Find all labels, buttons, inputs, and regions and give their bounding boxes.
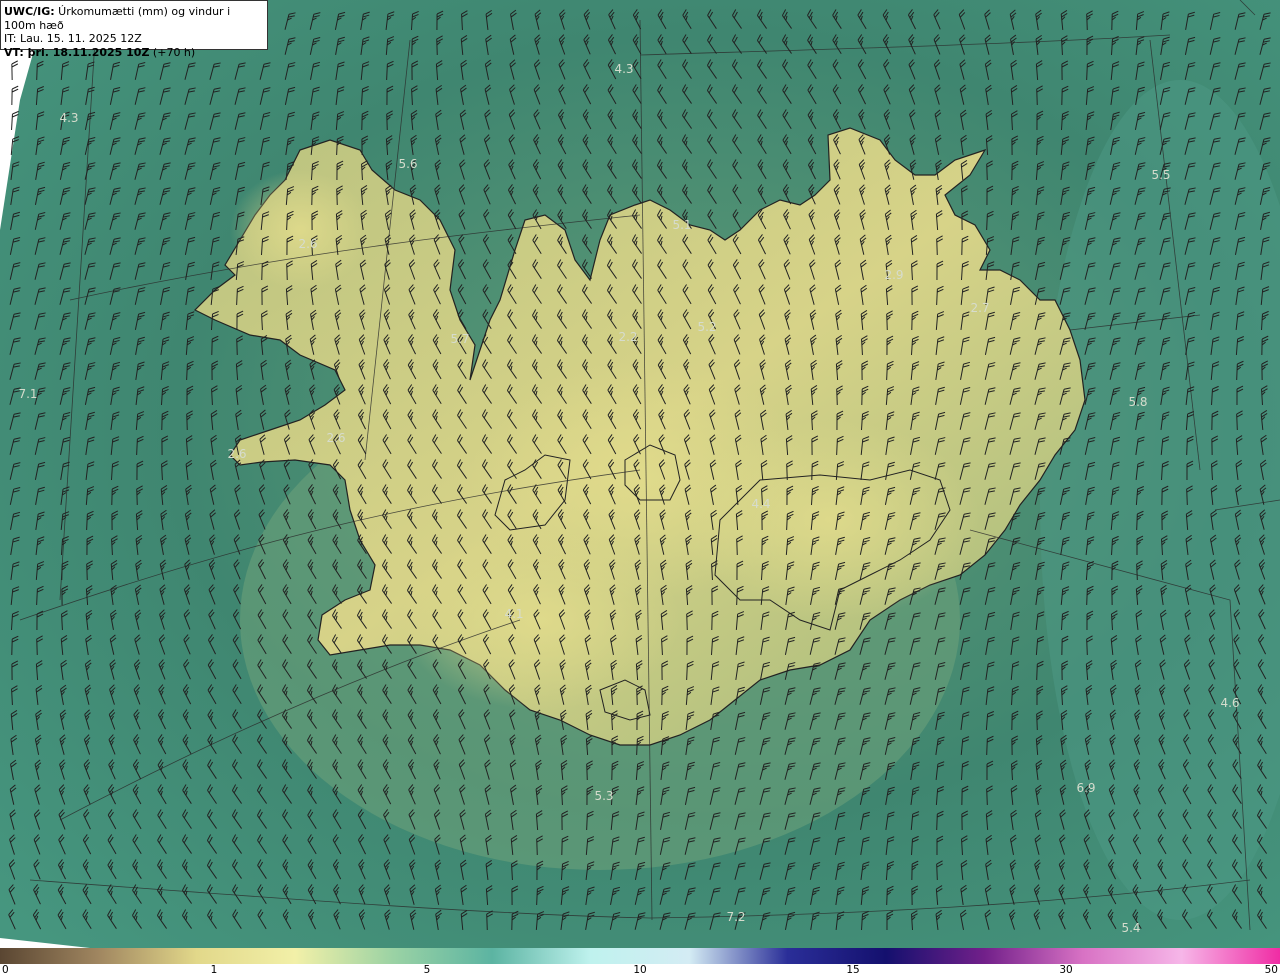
map-value-label: 4.3 <box>614 62 633 76</box>
map-value-label: 7.2 <box>726 910 745 924</box>
map-value-label: 4.1 <box>504 607 523 621</box>
map-value-label: 5.3 <box>594 789 613 803</box>
map-value-label: 2.9 <box>884 268 903 282</box>
init-time-line: IT: Lau. 15. 11. 2025 12Z <box>4 32 142 45</box>
map-value-label: 2.6 <box>326 431 345 445</box>
colorbar-tick: 10 <box>633 964 647 976</box>
map-title-box: UWC/IG: Úrkomumætti (mm) og vindur i 100… <box>0 0 268 59</box>
colorbar-tick: 1 <box>210 964 218 976</box>
colorbar-tick: 30 <box>1059 964 1073 976</box>
map-value-label: 5.2 <box>697 320 716 334</box>
map-value-label: 6.9 <box>1076 781 1095 795</box>
precip-colorbar <box>0 948 1280 964</box>
map-value-label: 7.1 <box>18 387 37 401</box>
map-value-label: 5.7 <box>450 332 469 346</box>
title-line-1: UWC/IG: Úrkomumætti (mm) og vindur i 100… <box>4 5 231 32</box>
map-value-label: 4.6 <box>1220 696 1239 710</box>
colorbar-tick: 5 <box>423 964 431 976</box>
map-value-label: 4.4 <box>751 497 770 511</box>
map-value-label: 5.1 <box>672 218 691 232</box>
precipitation-wind-map: 4.3 4.3 5.6 5.5 5.1 2.6 2.9 2.7 5.7 2.2 5.2 7.1 5.8 2… <box>0 0 1280 948</box>
colorbar-tick: 15 <box>846 964 860 976</box>
map-value-label: 2.2 <box>618 330 637 344</box>
map-value-label: 5.8 <box>1128 395 1147 409</box>
map-value-label: 5.4 <box>1121 921 1140 935</box>
map-value-label: 2.6 <box>227 447 246 461</box>
map-value-label: 2.7 <box>970 301 989 315</box>
highland-glow-3 <box>400 530 680 710</box>
map-value-label: 5.5 <box>1151 168 1170 182</box>
map-value-label: 5.6 <box>398 157 417 171</box>
map-value-label: 2.6 <box>298 237 317 251</box>
valid-time-line: VT: þri. 18.11.2025 10Z (+70 h) <box>4 45 196 59</box>
highland-glow-2 <box>680 420 980 620</box>
colorbar-tick: 50 <box>1264 964 1278 976</box>
colorbar-ticks: 0 1 5 10 15 30 50 <box>0 963 1280 978</box>
colorbar-tick: 0 <box>2 964 9 976</box>
map-value-label: 4.3 <box>59 111 78 125</box>
highland-glow-4 <box>230 170 370 290</box>
